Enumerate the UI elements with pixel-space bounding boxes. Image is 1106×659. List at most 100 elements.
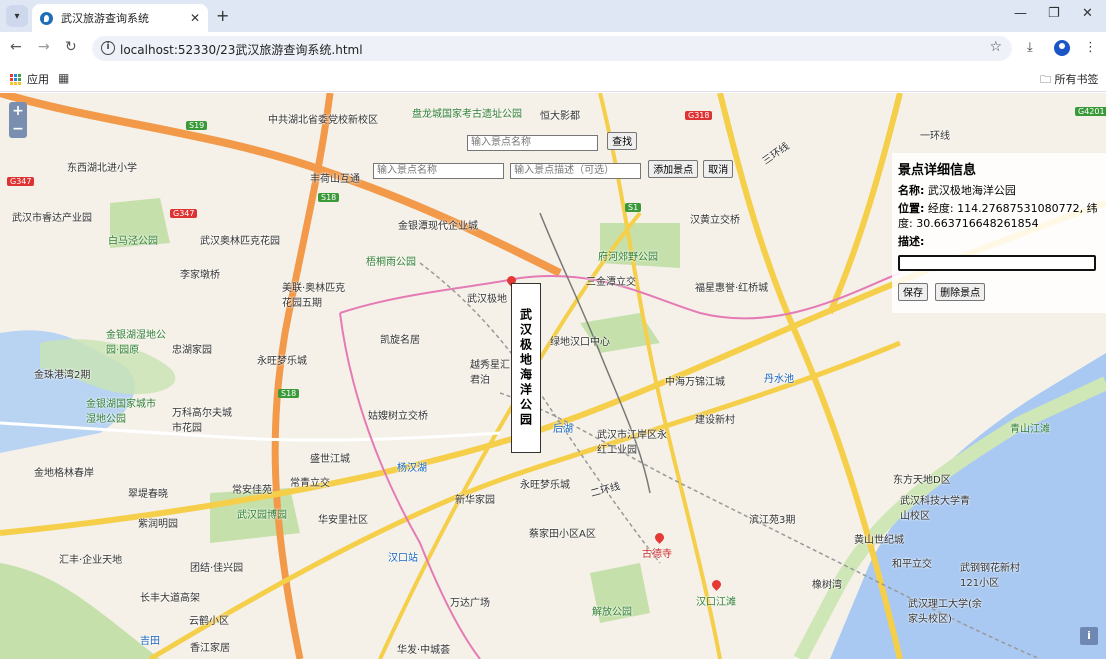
map-label: 福星惠誉·红桥城 bbox=[695, 283, 769, 294]
menu-icon[interactable]: ⋮ bbox=[1084, 40, 1097, 55]
road-tag: S1 bbox=[625, 203, 642, 212]
map-label: 和平立交 bbox=[892, 559, 932, 570]
delete-spot-button[interactable]: 删除景点 bbox=[935, 282, 986, 301]
road-tag: S19 bbox=[186, 121, 208, 130]
bookmark-star-icon[interactable]: ☆ bbox=[989, 39, 1002, 55]
map-label: 华发·中城荟 bbox=[397, 645, 451, 656]
map-label: 常青立交 bbox=[290, 478, 330, 489]
apps-bookmark[interactable]: 应用 bbox=[10, 71, 49, 87]
detail-name-row: 名称: 武汉极地海洋公园 bbox=[898, 183, 1100, 198]
browser-window: ▾ 武汉旅游查询系统 ✕ + — ❐ ✕ ← → ↻ i localhost:5… bbox=[0, 0, 1106, 659]
search-input[interactable] bbox=[467, 134, 598, 151]
map-label: 古德寺 bbox=[642, 549, 672, 560]
tab-groups-icon[interactable]: ▦ bbox=[58, 71, 69, 85]
tab-search-button[interactable]: ▾ bbox=[6, 5, 28, 27]
all-bookmarks-folder[interactable]: 🗀 所有书签 bbox=[1040, 71, 1099, 90]
map-label: 丰荷山互通 bbox=[310, 174, 360, 185]
restore-button[interactable]: ❐ bbox=[1048, 6, 1060, 21]
map-label: 汉口站 bbox=[388, 553, 418, 564]
back-button[interactable]: ← bbox=[10, 39, 22, 55]
close-icon[interactable]: ✕ bbox=[190, 11, 200, 25]
map-label: 翠堤春晓 bbox=[128, 489, 168, 500]
map-info-button[interactable]: i bbox=[1080, 627, 1098, 645]
map-label: 盛世江城 bbox=[310, 454, 350, 465]
map-label: 新华家园 bbox=[455, 495, 495, 506]
cancel-button[interactable]: 取消 bbox=[703, 159, 734, 178]
map-label: 汉口江滩 bbox=[696, 597, 736, 608]
profile-avatar[interactable] bbox=[1054, 40, 1070, 56]
map-label: 武汉奥林匹克花园 bbox=[200, 236, 280, 247]
minimize-button[interactable]: — bbox=[1014, 6, 1027, 21]
forward-button[interactable]: → bbox=[38, 39, 50, 55]
map-view[interactable]: + − 中共湖北省委党校新校区 盘龙城国家考古遗址公园 恒大影都 东西湖北进小学… bbox=[0, 93, 1106, 659]
name-value: 武汉极地海洋公园 bbox=[927, 184, 1016, 197]
map-label: 白马泾公园 bbox=[108, 236, 158, 247]
map-label: 万达广场 bbox=[450, 598, 490, 609]
search-bar: 查找 bbox=[467, 130, 638, 151]
spot-popup-label[interactable]: 武汉极地海洋公园 bbox=[511, 283, 541, 453]
tab-active[interactable]: 武汉旅游查询系统 ✕ bbox=[32, 4, 208, 32]
spot-desc-input[interactable] bbox=[510, 162, 642, 179]
map-label: 一环线 bbox=[920, 131, 950, 142]
description-input[interactable] bbox=[898, 255, 1096, 271]
road-tag: G4201 bbox=[1075, 107, 1106, 116]
close-window-button[interactable]: ✕ bbox=[1082, 6, 1093, 21]
download-icon[interactable]: ⤓ bbox=[1027, 40, 1033, 55]
site-info-icon[interactable]: i bbox=[101, 41, 115, 55]
map-label: 蔡家田小区A区 bbox=[529, 529, 596, 540]
map-label: 后湖 bbox=[553, 424, 573, 435]
map-label: 万科高尔夫城市花园 bbox=[172, 408, 232, 434]
add-spot-button[interactable]: 添加景点 bbox=[648, 159, 699, 178]
detail-actions: 保存 删除景点 bbox=[898, 281, 1100, 301]
map-label: 长丰大道高架 bbox=[140, 593, 200, 604]
map-label: 滨江苑3期 bbox=[749, 515, 796, 526]
map-label: 吉田 bbox=[140, 636, 160, 647]
detail-panel: 景点详细信息 名称: 武汉极地海洋公园 位置: 经度: 114.27687531… bbox=[892, 153, 1106, 313]
name-label: 名称: bbox=[898, 184, 925, 197]
map-label: 建设新村 bbox=[695, 415, 735, 426]
tab-title: 武汉旅游查询系统 bbox=[61, 12, 149, 25]
map-label: 中共湖北省委党校新校区 bbox=[268, 115, 378, 126]
map-label: 忠湖家园 bbox=[172, 345, 212, 356]
map-label: 武汉市睿达产业园 bbox=[12, 213, 92, 224]
address-bar[interactable]: i localhost:52330/23武汉旅游查询系统.html ☆ bbox=[92, 36, 1012, 61]
zoom-control: + − bbox=[9, 102, 27, 138]
map-label: 姑嫂树立交桥 bbox=[368, 411, 428, 422]
map-label: 梧桐雨公园 bbox=[366, 257, 416, 268]
save-button[interactable]: 保存 bbox=[898, 282, 928, 301]
road-tag: G347 bbox=[7, 177, 35, 186]
map-label: 华安里社区 bbox=[318, 515, 368, 526]
map-label: 三金潭立交 bbox=[586, 277, 636, 288]
map-label: 武汉科技大学青山校区 bbox=[900, 496, 970, 522]
map-label: 武汉极地 bbox=[467, 294, 507, 305]
map-label: 常安佳苑 bbox=[232, 485, 272, 496]
map-label: 黄山世纪城 bbox=[854, 535, 904, 546]
map-label: 汉黄立交桥 bbox=[690, 215, 740, 226]
apps-label: 应用 bbox=[27, 73, 49, 86]
url-text: localhost:52330/23武汉旅游查询系统.html bbox=[120, 43, 363, 57]
map-label: 金银潭现代企业城 bbox=[398, 221, 478, 232]
search-button[interactable]: 查找 bbox=[607, 131, 638, 150]
spot-popup-text: 武汉极地海洋公园 bbox=[518, 308, 533, 428]
map-label: 金银湖国家城市湿地公园 bbox=[86, 399, 156, 425]
map-label: 永旺梦乐城 bbox=[520, 480, 570, 491]
map-label: 金珠港湾2期 bbox=[34, 370, 91, 381]
new-tab-button[interactable]: + bbox=[216, 6, 229, 25]
road-tag: G347 bbox=[170, 209, 198, 218]
map-label: 府河郊野公园 bbox=[598, 252, 658, 263]
zoom-in-button[interactable]: + bbox=[9, 102, 27, 120]
spot-name-input[interactable] bbox=[373, 162, 504, 179]
detail-position-row: 位置: 经度: 114.27687531080772, 纬度: 30.66371… bbox=[898, 201, 1100, 231]
position-value: 经度: 114.27687531080772, 纬度: 30.663716648… bbox=[898, 202, 1098, 230]
map-label: 丹水池 bbox=[764, 374, 794, 385]
toolbar: ← → ↻ i localhost:52330/23武汉旅游查询系统.html … bbox=[0, 32, 1106, 64]
road-tag: G318 bbox=[685, 111, 713, 120]
map-label: 武汉园博园 bbox=[237, 510, 287, 521]
tab-bar: ▾ 武汉旅游查询系统 ✕ + — ❐ ✕ bbox=[0, 0, 1106, 32]
reload-button[interactable]: ↻ bbox=[65, 39, 77, 55]
map-label: 东方天地D区 bbox=[893, 475, 951, 486]
favicon-icon bbox=[40, 11, 53, 25]
map-label: 凯旋名居 bbox=[380, 335, 420, 346]
map-label: 盘龙城国家考古遗址公园 bbox=[412, 109, 522, 120]
zoom-out-button[interactable]: − bbox=[9, 120, 27, 138]
